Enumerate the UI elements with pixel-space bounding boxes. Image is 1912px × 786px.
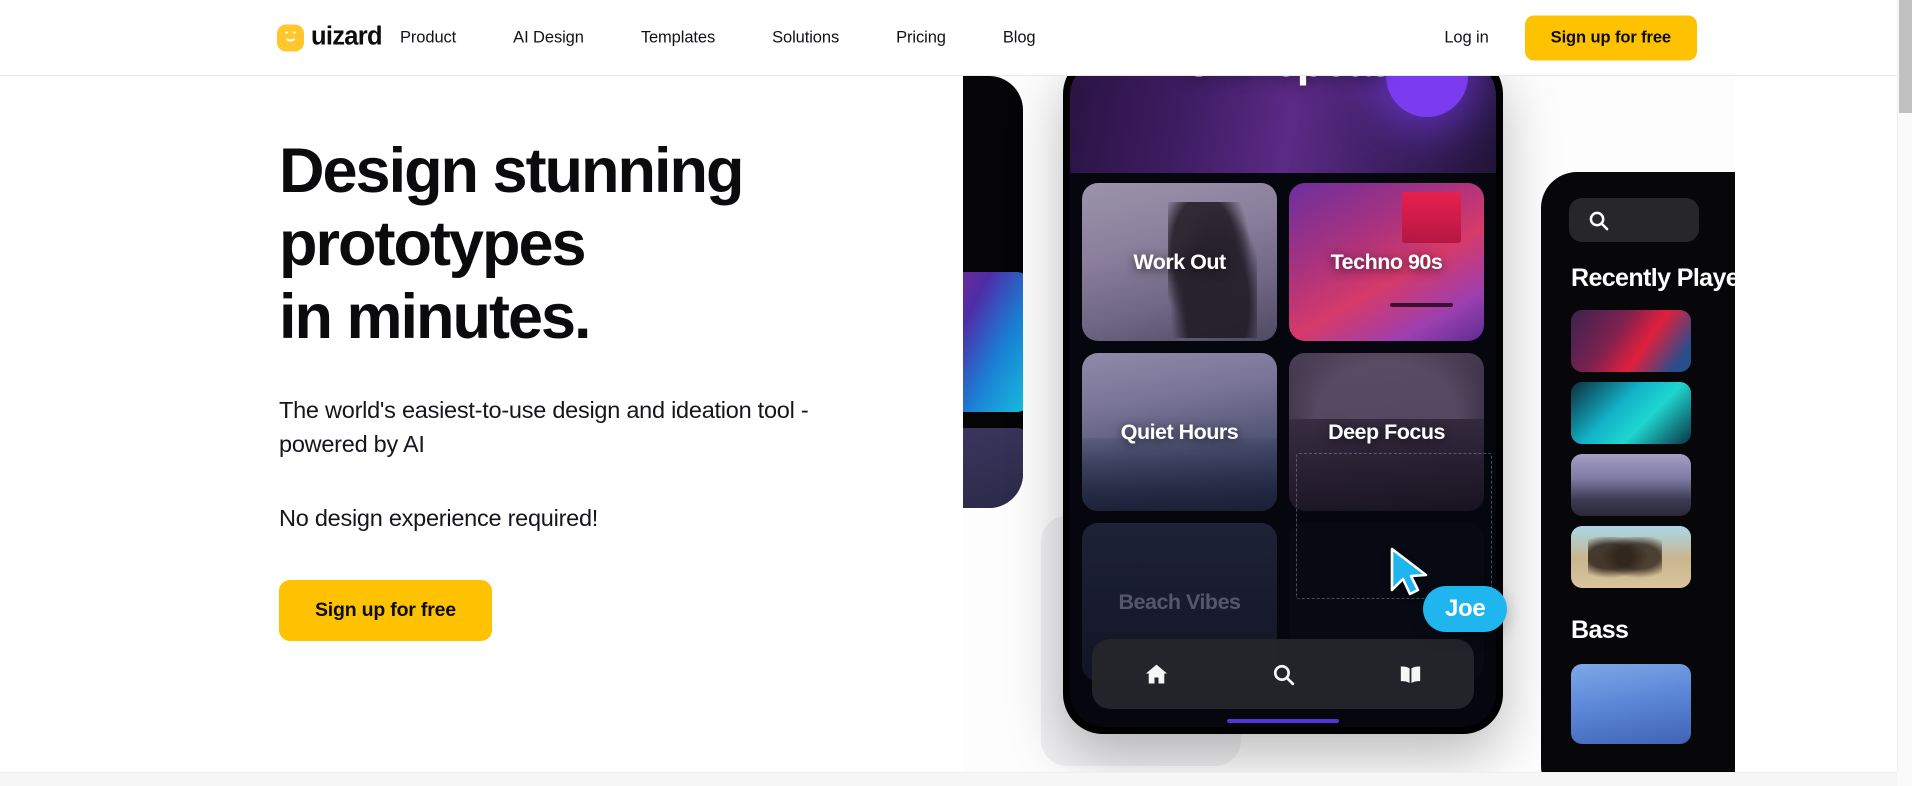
scrollbar-corner: [1897, 772, 1912, 786]
login-link[interactable]: Log in: [1444, 28, 1488, 47]
right-phone-list-item[interactable]: [1571, 664, 1691, 744]
collaborator-name-badge: Joe: [1423, 586, 1508, 632]
hero-content: Design stunning prototypes in minutes. T…: [279, 135, 899, 642]
purple-glow-circle-icon: [1386, 76, 1468, 117]
site-header: uizard Product AI Design Templates Solut…: [0, 0, 1897, 76]
playlist-card-quiet-hours[interactable]: Quiet Hours: [1082, 353, 1277, 511]
headline-line-3: in minutes.: [279, 282, 592, 353]
header-actions: Log in Sign up for free: [1444, 15, 1697, 60]
page-title: Design stunning prototypes in minutes.: [279, 135, 899, 354]
right-phone-list-item[interactable]: [1571, 382, 1691, 444]
right-phone-section-heading-2: Bass: [1571, 616, 1629, 644]
banner-title: OnRepeat: [1182, 76, 1386, 87]
uizard-smiley-logo-icon: [277, 24, 304, 51]
left-phone-tile-1: [963, 272, 1023, 412]
right-phone-list-item[interactable]: [1571, 454, 1691, 516]
playlist-card-label: Techno 90s: [1330, 249, 1443, 274]
headline-line-2: prototypes: [279, 209, 587, 280]
playlist-card-label: Beach Vibes: [1118, 589, 1241, 614]
cursor-pointer-icon: [1390, 547, 1428, 596]
mockup-phone-left: ✦: [963, 76, 1023, 508]
page-root: uizard Product AI Design Templates Solut…: [0, 0, 1912, 786]
nav-item-product[interactable]: Product: [400, 20, 456, 55]
search-icon[interactable]: [1271, 662, 1296, 687]
mockup-phone-right: Recently Played Bass: [1541, 172, 1735, 786]
search-icon: [1589, 211, 1609, 230]
nav-item-blog[interactable]: Blog: [1003, 20, 1036, 55]
nav-item-templates[interactable]: Templates: [641, 20, 715, 55]
center-phone-banner: OnRepeat: [1070, 76, 1496, 173]
left-phone-tile-2: [963, 428, 1023, 508]
right-phone-list-item[interactable]: [1571, 310, 1691, 372]
signup-button-header[interactable]: Sign up for free: [1524, 15, 1697, 60]
main-navigation: Product AI Design Templates Solutions Pr…: [400, 20, 1036, 55]
vertical-scrollbar-thumb[interactable]: [1899, 0, 1912, 113]
playlist-card-label: Deep Focus: [1328, 419, 1445, 444]
right-phone-section-heading-1: Recently Played: [1571, 264, 1735, 292]
mockup-phone-center: OnRepeat Work Out Techno 90s Quiet Hours: [1063, 76, 1503, 734]
collaborator-cursor: Joe: [1387, 546, 1508, 632]
signup-button-hero[interactable]: Sign up for free: [279, 580, 492, 642]
uizard-logo[interactable]: uizard: [277, 22, 383, 51]
logo-wordmark: uizard: [311, 22, 383, 51]
horizontal-scrollbar[interactable]: [0, 772, 1912, 786]
playlist-card-label: Quiet Hours: [1120, 419, 1239, 444]
center-phone-tabbar: [1092, 639, 1474, 709]
nav-item-pricing[interactable]: Pricing: [896, 20, 946, 55]
right-phone-search-field[interactable]: [1569, 198, 1699, 242]
right-phone-list-item[interactable]: [1571, 526, 1691, 588]
home-icon[interactable]: [1143, 661, 1170, 688]
home-indicator: [1227, 719, 1339, 723]
hero-subtext: The world's easiest-to-use design and id…: [279, 397, 809, 457]
nav-item-ai-design[interactable]: AI Design: [513, 20, 584, 55]
playlist-card-label: Work Out: [1133, 249, 1226, 274]
playlist-card-work-out[interactable]: Work Out: [1082, 183, 1277, 341]
hero-subtext-secondary: No design experience required!: [279, 504, 599, 531]
nav-item-solutions[interactable]: Solutions: [772, 20, 839, 55]
playlist-card-techno-90s[interactable]: Techno 90s: [1289, 183, 1484, 341]
vertical-scrollbar[interactable]: [1897, 0, 1912, 772]
hero-mockup-image: ✦ OnRepeat Work Out Techno 90s: [963, 76, 1735, 786]
headline-line-1: Design stunning: [279, 136, 744, 206]
book-icon[interactable]: [1397, 661, 1424, 688]
